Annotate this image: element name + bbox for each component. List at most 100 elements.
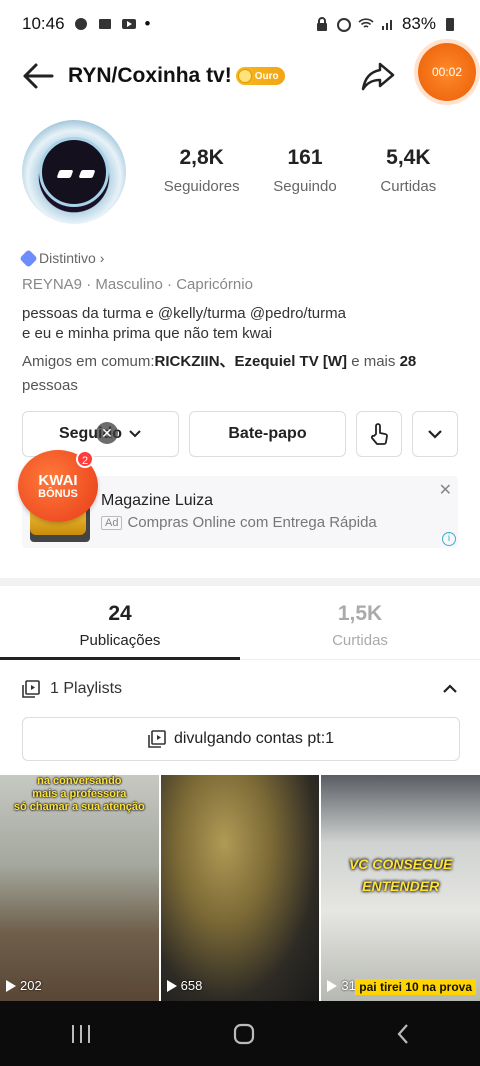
video-caption-bottom: pai tirei 10 na prova — [355, 979, 477, 995]
back-button[interactable] — [20, 58, 56, 94]
stat-following[interactable]: 161 Seguindo — [253, 146, 356, 195]
video-caption: VC CONSEGUE ENTENDER — [321, 853, 480, 897]
ad-subtitle: Compras Online com Entrega Rápida — [127, 514, 377, 531]
close-icon[interactable]: ✕ — [439, 480, 452, 500]
coin-icon — [237, 69, 252, 83]
screen-record-timer[interactable]: 00:02 — [418, 43, 476, 101]
caption-line: na conversando — [37, 775, 122, 787]
caption-line: VC CONSEGUE — [348, 856, 453, 872]
chevron-down-icon — [129, 430, 141, 438]
friends-prefix: Amigos em comum: — [22, 353, 155, 370]
view-count: 658 — [166, 978, 203, 993]
gold-badge[interactable]: Ouro — [235, 67, 285, 85]
tab-likes[interactable]: 1,5K Curtidas — [240, 586, 480, 659]
info-icon[interactable]: i — [442, 532, 456, 546]
playlists-label: 1 Playlists — [50, 680, 123, 697]
distintivo-link[interactable]: Distintivo › — [19, 248, 105, 268]
playlist-icon — [148, 730, 166, 748]
home-icon[interactable] — [232, 1022, 256, 1046]
stat-value: 2,8K — [179, 146, 224, 169]
friends-names: RICKZIIN、Ezequiel TV [W] — [154, 353, 348, 370]
clock: 10:46 — [22, 14, 65, 33]
stat-label: Seguindo — [273, 178, 337, 195]
share-button[interactable] — [360, 58, 396, 94]
chevron-right-icon: › — [99, 250, 105, 266]
playlist-item[interactable]: divulgando contas pt:1 — [22, 717, 460, 761]
profile-stats: 2,8K Seguidores 161 Seguindo 5,4K Curtid… — [150, 146, 460, 195]
caption-line: só chamar a sua atenção — [13, 801, 145, 813]
tab-label: Curtidas — [332, 632, 388, 649]
video-thumbnail[interactable]: 658 — [160, 775, 320, 1001]
distintivo-label: Distintivo — [39, 250, 96, 266]
video-grid: na conversando mais a professora só cham… — [0, 775, 480, 1001]
profile-header: RYN/Coxinha tv! Ouro — [0, 48, 480, 104]
kwai-bonus-count: 2 — [76, 450, 94, 468]
notification-icon — [74, 18, 87, 30]
section-divider — [0, 578, 480, 586]
timer-text: 00:02 — [431, 65, 463, 79]
kwai-bonus-line1: KWAI — [38, 471, 78, 489]
tab-count: 24 — [108, 602, 132, 625]
more-notifications-icon: • — [144, 14, 151, 33]
ad-title: Magazine Luiza — [101, 492, 214, 509]
ad-subtitle-row: Ad Compras Online com Entrega Rápida — [101, 514, 377, 531]
tab-label: Publicações — [79, 632, 161, 649]
video-thumbnail[interactable]: na conversando mais a professora só cham… — [0, 775, 159, 1001]
status-bar: 10:46 • 83% — [0, 0, 480, 48]
active-tab-indicator — [0, 657, 240, 660]
play-icon — [327, 979, 338, 992]
avatar-image — [39, 137, 109, 207]
poke-button[interactable] — [356, 411, 402, 457]
youtube-icon — [121, 19, 136, 29]
gold-badge-label: Ouro — [254, 70, 279, 82]
video-thumbnail[interactable]: VC CONSEGUE ENTENDER 310 pai tirei 10 na… — [321, 775, 480, 1001]
ad-tag: Ad — [101, 515, 123, 530]
badge-icon — [19, 248, 38, 268]
close-icon[interactable]: ✕ — [96, 422, 118, 444]
share-arrow-icon — [361, 62, 395, 91]
playlist-name: divulgando contas pt:1 — [173, 730, 335, 747]
stat-label: Curtidas — [380, 178, 437, 195]
mutual-friends[interactable]: Amigos em comum:RICKZIIN、Ezequiel TV [W]… — [22, 350, 462, 398]
view-count: 202 — [6, 978, 42, 993]
stat-value: 5,4K — [386, 146, 431, 169]
profile-name: RYN/Coxinha tv! — [68, 64, 232, 87]
bio-line: pessoas da turma e @kelly/turma @pedro/t… — [22, 305, 346, 322]
battery-icon — [446, 18, 454, 31]
hand-tap-icon — [370, 423, 388, 445]
play-icon — [6, 979, 16, 992]
tab-count: 1,5K — [337, 602, 383, 625]
caption-line: ENTENDER — [362, 878, 440, 894]
avatar[interactable] — [22, 120, 126, 224]
stat-likes[interactable]: 5,4K Curtidas — [357, 146, 460, 195]
playlist-icon — [22, 680, 40, 698]
more-options-button[interactable] — [412, 411, 458, 457]
chevron-up-icon[interactable] — [442, 684, 458, 694]
kwai-bonus-line2: BÔNUS — [38, 487, 78, 500]
play-icon — [166, 979, 177, 992]
playlists-header[interactable]: 1 Playlists — [22, 672, 458, 706]
profile-bio: pessoas da turma e @kelly/turma @pedro/t… — [22, 304, 462, 344]
recent-apps-icon[interactable] — [69, 1023, 93, 1045]
arrow-left-icon — [23, 63, 54, 89]
stat-followers[interactable]: 2,8K Seguidores — [150, 146, 253, 195]
profile-meta: REYNA9 · Masculino · Capricórnio — [22, 276, 253, 293]
view-count-value: 658 — [180, 978, 203, 993]
stat-value: 161 — [287, 146, 323, 169]
lock-icon — [316, 17, 327, 31]
bio-line: e eu e minha prima que não tem kwai — [22, 325, 273, 342]
friends-mid: e mais — [347, 353, 400, 370]
back-nav-icon[interactable] — [395, 1022, 411, 1046]
chat-label: Bate-papo — [228, 425, 307, 442]
friends-suffix: pessoas — [22, 377, 78, 394]
view-count-value: 202 — [20, 978, 42, 993]
system-nav-bar — [0, 1001, 480, 1066]
chat-button[interactable]: Bate-papo — [189, 411, 346, 457]
tab-posts[interactable]: 24 Publicações — [0, 586, 240, 659]
battery-text: 83% — [401, 14, 436, 33]
wifi-icon — [358, 18, 374, 28]
chevron-down-icon — [428, 430, 442, 439]
friends-count: 28 — [399, 353, 417, 370]
video-caption: na conversando mais a professora só cham… — [0, 775, 159, 814]
signal-icon — [381, 20, 392, 30]
